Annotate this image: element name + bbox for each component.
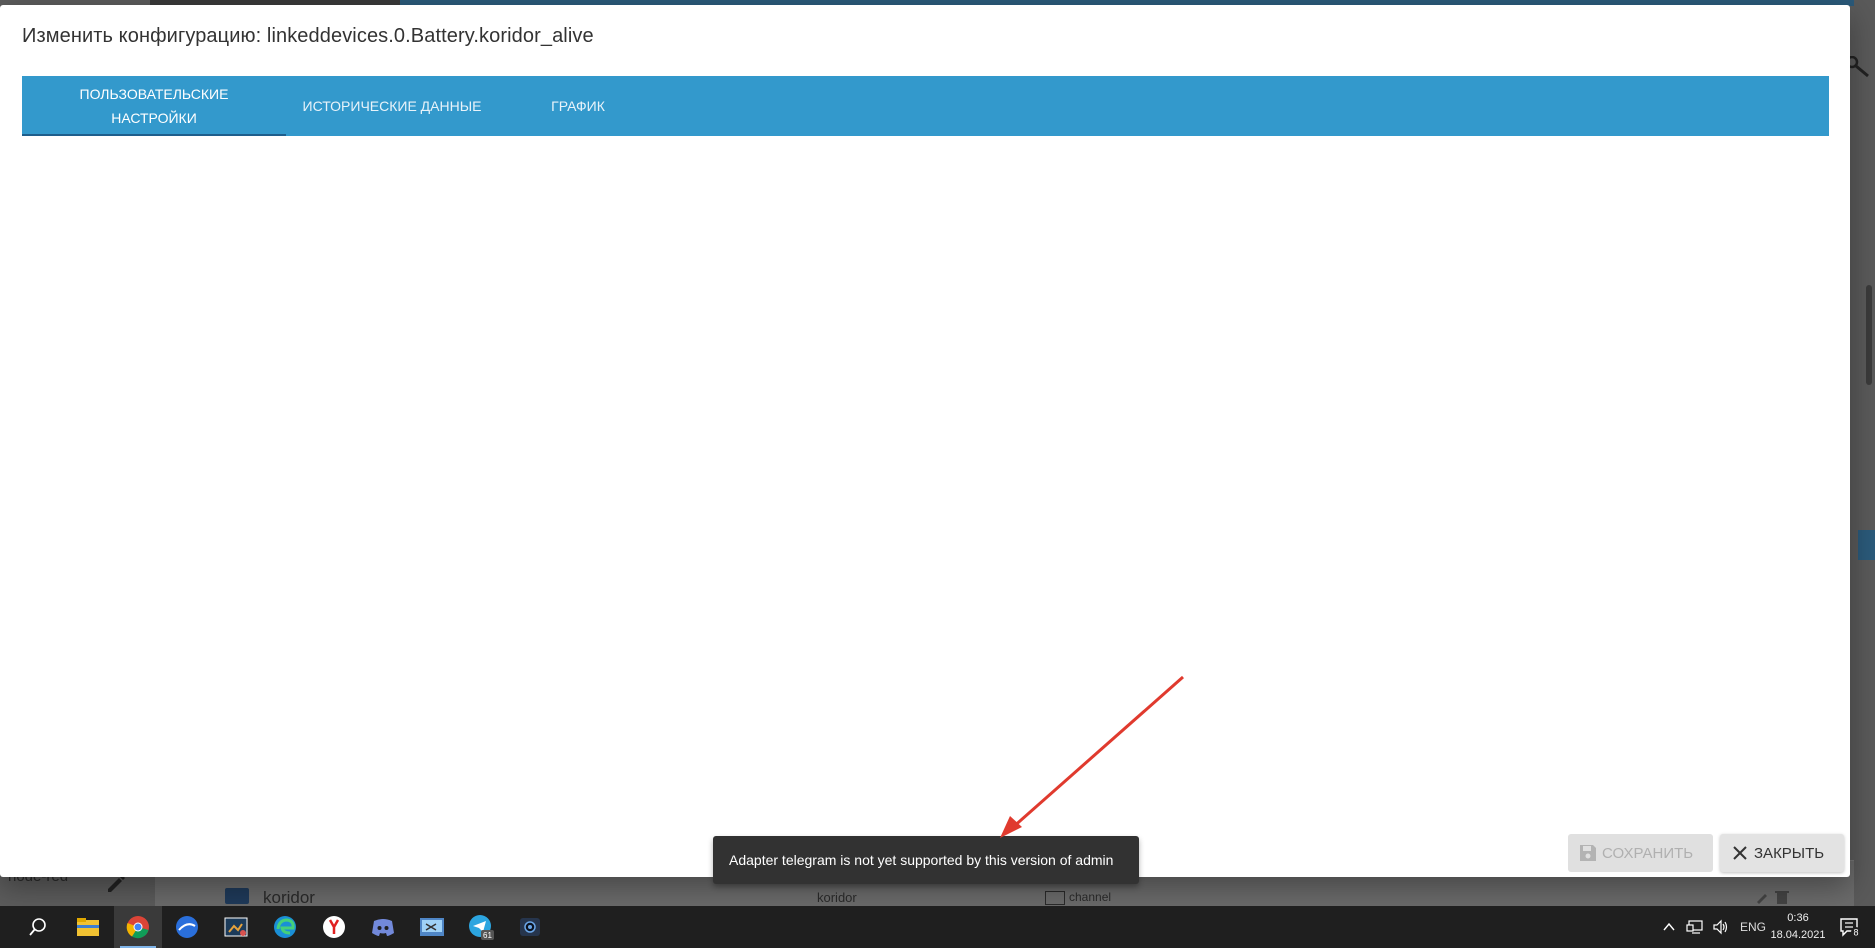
taskbar-telegram[interactable]: 61	[457, 906, 505, 948]
taskbar-chrome[interactable]	[114, 906, 162, 948]
row-type-label: channel	[1069, 890, 1112, 904]
tab-custom-settings[interactable]: Пользовательские настройки	[22, 76, 286, 136]
dialog-content	[22, 136, 1829, 826]
globe-icon	[176, 916, 198, 938]
telegram-icon: 61	[469, 915, 494, 940]
windows-taskbar: 61 ENG 0:36 18.04.2021 8	[0, 906, 1875, 948]
edit-delete-icons[interactable]	[1755, 890, 1795, 904]
save-icon	[1580, 845, 1596, 861]
clock-date: 18.04.2021	[1770, 929, 1826, 941]
snackbar: Adapter telegram is not yet supported by…	[713, 836, 1139, 884]
config-dialog: Изменить конфигурацию: linkeddevices.0.B…	[0, 5, 1850, 877]
clock[interactable]: 0:36 18.04.2021	[1768, 910, 1828, 944]
taskbar-edge[interactable]	[261, 906, 309, 948]
taskbar-search[interactable]	[14, 906, 62, 948]
close-button-label: Закрыть	[1754, 844, 1825, 862]
network-icon[interactable]	[1686, 919, 1704, 935]
taskbar-app-scissors[interactable]	[408, 906, 456, 948]
close-button[interactable]: Закрыть	[1720, 834, 1844, 872]
background-scrollbar-thumb[interactable]	[1866, 285, 1872, 385]
camera-icon	[520, 918, 540, 936]
taskbar-camera[interactable]	[506, 906, 554, 948]
tab-chart[interactable]: График	[498, 76, 658, 136]
folder-icon	[225, 888, 249, 904]
snipping-tool-icon	[420, 918, 444, 936]
save-button-label: Сохранить	[1602, 844, 1694, 862]
row-type: channel	[1045, 890, 1111, 905]
chevron-up-icon[interactable]	[1662, 920, 1676, 934]
row-name: koridor	[263, 888, 315, 907]
chrome-icon	[126, 916, 149, 939]
row-column-name: koridor	[817, 890, 857, 905]
notification-count: 8	[1853, 928, 1858, 938]
notifications-icon: 8	[1840, 918, 1861, 938]
screen: node-red koridor koridor channel Изменит…	[0, 0, 1875, 948]
system-tray: ENG	[1662, 906, 1766, 948]
taskbar-screenshot[interactable]	[212, 906, 260, 948]
taskbar-explorer[interactable]	[64, 906, 112, 948]
tab-bar: Пользовательские настройки Исторические …	[22, 76, 1829, 136]
close-icon	[1733, 846, 1747, 860]
taskbar-discord[interactable]	[359, 906, 407, 948]
taskbar-app-blue[interactable]	[163, 906, 211, 948]
snip-icon	[224, 917, 248, 937]
edge-icon	[274, 916, 296, 938]
search-icon	[29, 918, 46, 936]
volume-icon[interactable]	[1712, 919, 1730, 935]
yandex-icon	[323, 916, 345, 938]
tab-history[interactable]: Исторические данные	[286, 76, 498, 136]
snackbar-message: Adapter telegram is not yet supported by…	[729, 852, 1114, 868]
background-right-strip	[1854, 0, 1875, 906]
discord-icon	[372, 919, 394, 936]
channel-icon	[1045, 890, 1065, 905]
search-icon[interactable]	[1848, 56, 1875, 80]
notification-center[interactable]: 8	[1826, 906, 1874, 948]
dialog-title: Изменить конфигурацию: linkeddevices.0.B…	[22, 25, 594, 47]
taskbar-yandex[interactable]	[310, 906, 358, 948]
language-indicator[interactable]: ENG	[1740, 920, 1766, 934]
background-selected-marker	[1858, 530, 1875, 560]
folder-icon	[77, 918, 99, 936]
telegram-badge: 61	[483, 931, 492, 940]
save-button[interactable]: Сохранить	[1568, 834, 1713, 872]
clock-time: 0:36	[1787, 912, 1809, 924]
row-tools	[1755, 890, 1795, 907]
